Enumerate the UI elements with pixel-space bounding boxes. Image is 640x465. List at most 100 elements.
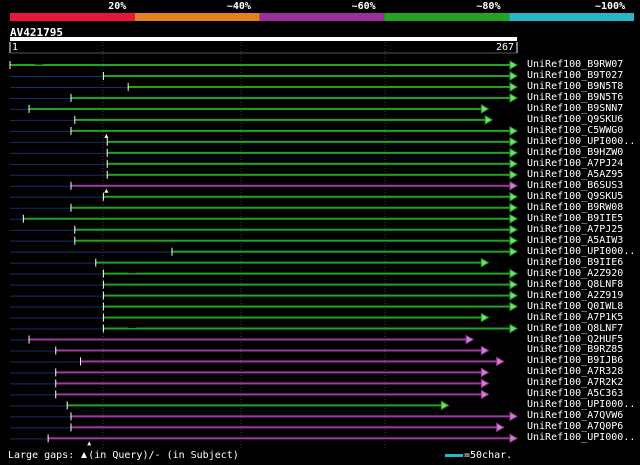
hit-label[interactable]: UniRef100_A5AZ95 [527, 169, 623, 180]
hit-label[interactable]: UniRef100_B9N5T8 [527, 81, 623, 92]
hit-label[interactable]: UniRef100_Q2HUF5 [527, 334, 623, 345]
hit-label[interactable]: UniRef100_B6SUS3 [527, 180, 623, 191]
scale-text: =50char. [464, 450, 513, 461]
hit-bar [55, 371, 483, 374]
scale-legend: =50char. [445, 450, 512, 461]
hit-bar [23, 217, 512, 220]
hit-bar [103, 283, 511, 286]
hit-label[interactable]: UniRef100_C5WWG0 [527, 125, 623, 136]
hit-bar [103, 74, 511, 77]
query-gap-marker [104, 188, 109, 193]
hit-label[interactable]: UniRef100_B9RZ85 [527, 344, 623, 355]
hit-arrowhead [480, 389, 490, 400]
legend-label: 20% [108, 1, 127, 12]
hit-label[interactable]: UniRef100_B9SNN7 [527, 103, 623, 114]
scale-bar-icon [445, 453, 463, 457]
hit-arrowhead [509, 246, 519, 257]
hit-arrowhead [496, 422, 505, 433]
hit-label[interactable]: UniRef100_Q9SKU6 [527, 114, 623, 125]
hit-arrowhead [509, 268, 519, 279]
hit-arrowhead [509, 158, 519, 169]
hit-label[interactable]: UniRef100_A2Z919 [527, 290, 623, 301]
hit-label[interactable]: UniRef100_B9IIE5 [527, 213, 623, 224]
hit-arrowhead [509, 82, 519, 92]
hit-label[interactable]: UniRef100_Q8LNF7 [527, 323, 623, 334]
hit-bar [172, 250, 511, 253]
hit-arrowhead [509, 191, 519, 202]
hit-label[interactable]: UniRef100_UPI000.. [527, 432, 635, 443]
hit-label[interactable]: UniRef100_A7Q0P6 [527, 421, 623, 432]
query-end-label: 267 [496, 42, 515, 53]
hit-label[interactable]: UniRef100_B9HZW0 [527, 147, 623, 158]
hit-bar [70, 96, 511, 99]
hit-arrowhead [480, 104, 490, 114]
hit-label[interactable]: UniRef100_Q0IWL8 [527, 301, 623, 312]
hit-bar [103, 327, 511, 330]
hit-label[interactable]: UniRef100_UPI000.. [527, 246, 635, 257]
hit-label[interactable]: UniRef100_A7PJ25 [527, 224, 623, 235]
hit-arrowhead [480, 257, 490, 268]
hit-bar [107, 151, 512, 154]
query-gap-marker [104, 133, 109, 138]
hit-arrowhead [509, 433, 519, 444]
hit-bar [55, 393, 483, 396]
hit-arrowhead [480, 367, 490, 378]
gaps-subject-text: (in Subject) [166, 450, 239, 461]
hit-bar [103, 305, 511, 308]
hit-label[interactable]: UniRef100_B9T027 [527, 70, 623, 81]
hit-bar [55, 349, 483, 352]
gaps-query-text: (in Query)/ [88, 450, 155, 461]
legend-label: ~80% [476, 1, 501, 12]
hit-arrowhead [480, 345, 490, 356]
hit-arrowhead [509, 71, 519, 81]
hit-arrowhead [480, 312, 490, 323]
hit-label[interactable]: UniRef100_B9IJB6 [527, 355, 623, 366]
hit-arrowhead [465, 334, 475, 345]
hit-label[interactable]: UniRef100_B9RW08 [527, 202, 623, 213]
hit-bar [74, 228, 512, 231]
hit-arrowhead [509, 202, 519, 213]
hit-bar [107, 173, 512, 176]
hit-arrowhead [509, 411, 519, 422]
hit-bar [128, 85, 512, 88]
hit-label[interactable]: UniRef100_Q9SKU5 [527, 191, 623, 202]
legend-segment [259, 13, 385, 21]
hit-label[interactable]: UniRef100_UPI000.. [527, 136, 635, 147]
subject-gap-marker-icon: - [154, 450, 161, 461]
query-bar [10, 37, 517, 41]
hit-label[interactable]: UniRef100_B9IIE6 [527, 257, 623, 268]
hit-arrowhead [440, 400, 450, 411]
hit-label[interactable]: UniRef100_UPI000.. [527, 399, 635, 410]
hit-label[interactable]: UniRef100_A7R328 [527, 366, 623, 377]
hit-label[interactable]: UniRef100_B9RW07 [527, 59, 623, 70]
hit-label[interactable]: UniRef100_A7PJ24 [527, 158, 623, 169]
hit-bar [70, 206, 511, 209]
hit-label[interactable]: UniRef100_B9N5T6 [527, 92, 623, 103]
hit-bar [67, 404, 443, 407]
hit-bar [29, 107, 483, 110]
hit-bar [70, 184, 511, 187]
hit-bar [10, 64, 511, 66]
query-gap-marker-icon [81, 452, 88, 458]
hit-label[interactable]: UniRef100_Q8LNF8 [527, 279, 623, 290]
hit-arrowhead [509, 180, 519, 191]
hit-arrowhead [496, 356, 505, 367]
hit-label[interactable]: UniRef100_A5AIW3 [527, 235, 623, 246]
hit-bar [103, 272, 511, 275]
hit-arrowhead [509, 60, 519, 70]
hit-arrowhead [509, 126, 519, 136]
hit-bar [107, 140, 512, 143]
hit-bar [70, 415, 511, 418]
query-start-label: 1 [12, 42, 19, 53]
hit-arrowhead [509, 235, 519, 246]
hit-bar [48, 437, 511, 440]
hit-label[interactable]: UniRef100_A2Z920 [527, 268, 623, 279]
hit-label[interactable]: UniRef100_A7R2K2 [527, 377, 623, 388]
hit-bar [70, 426, 498, 429]
hit-label[interactable]: UniRef100_A7P1K5 [527, 312, 623, 323]
query-gap-marker [87, 441, 92, 446]
hit-label[interactable]: UniRef100_A7QVW6 [527, 410, 623, 421]
hit-label[interactable]: UniRef100_A5C363 [527, 388, 623, 399]
hit-bar [107, 162, 512, 165]
hit-arrowhead [509, 136, 519, 147]
